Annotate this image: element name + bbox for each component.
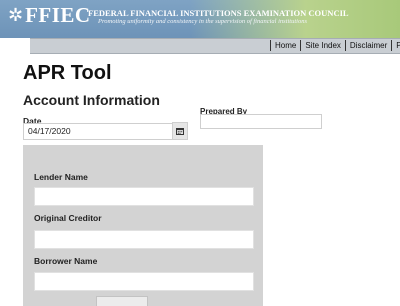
header-banner: ✲ FFIEC FEDERAL FINANCIAL INSTITUTIONS E… bbox=[0, 0, 400, 38]
borrower-name-input[interactable] bbox=[34, 272, 254, 291]
lender-info-panel: Lender Name Original Creditor Borrower N… bbox=[23, 145, 263, 306]
borrower-name-label: Borrower Name bbox=[34, 256, 98, 266]
date-input[interactable]: 04/17/2020 bbox=[23, 123, 173, 140]
nav-links: Home Site Index Disclaimer Privacy Polic… bbox=[270, 40, 400, 51]
nav-privacy-policy-link[interactable]: Privacy Policy bbox=[391, 40, 400, 51]
nav-site-index-link[interactable]: Site Index bbox=[300, 40, 345, 51]
calendar-button[interactable] bbox=[172, 122, 188, 140]
council-name: FEDERAL FINANCIAL INSTITUTIONS EXAMINATI… bbox=[88, 8, 349, 18]
page: ✲ FFIEC FEDERAL FINANCIAL INSTITUTIONS E… bbox=[0, 0, 400, 306]
tagline: Promoting uniformity and consistency in … bbox=[98, 18, 308, 25]
ffiec-logo[interactable]: ✲ FFIEC bbox=[8, 3, 91, 28]
lender-name-label: Lender Name bbox=[34, 172, 88, 182]
original-creditor-input[interactable] bbox=[34, 230, 254, 249]
prepared-by-input[interactable] bbox=[200, 114, 322, 129]
lender-name-input[interactable] bbox=[34, 187, 254, 206]
nav-home-link[interactable]: Home bbox=[270, 40, 300, 51]
nav-disclaimer-link[interactable]: Disclaimer bbox=[344, 40, 391, 51]
page-title: APR Tool bbox=[23, 62, 112, 84]
partial-select[interactable] bbox=[96, 296, 148, 306]
logo-text: FFIEC bbox=[25, 3, 91, 27]
top-nav: Home Site Index Disclaimer Privacy Polic… bbox=[30, 38, 400, 54]
original-creditor-label: Original Creditor bbox=[34, 213, 102, 223]
seal-icon: ✲ bbox=[8, 4, 24, 26]
calendar-icon bbox=[176, 128, 184, 135]
section-title: Account Information bbox=[23, 92, 160, 108]
